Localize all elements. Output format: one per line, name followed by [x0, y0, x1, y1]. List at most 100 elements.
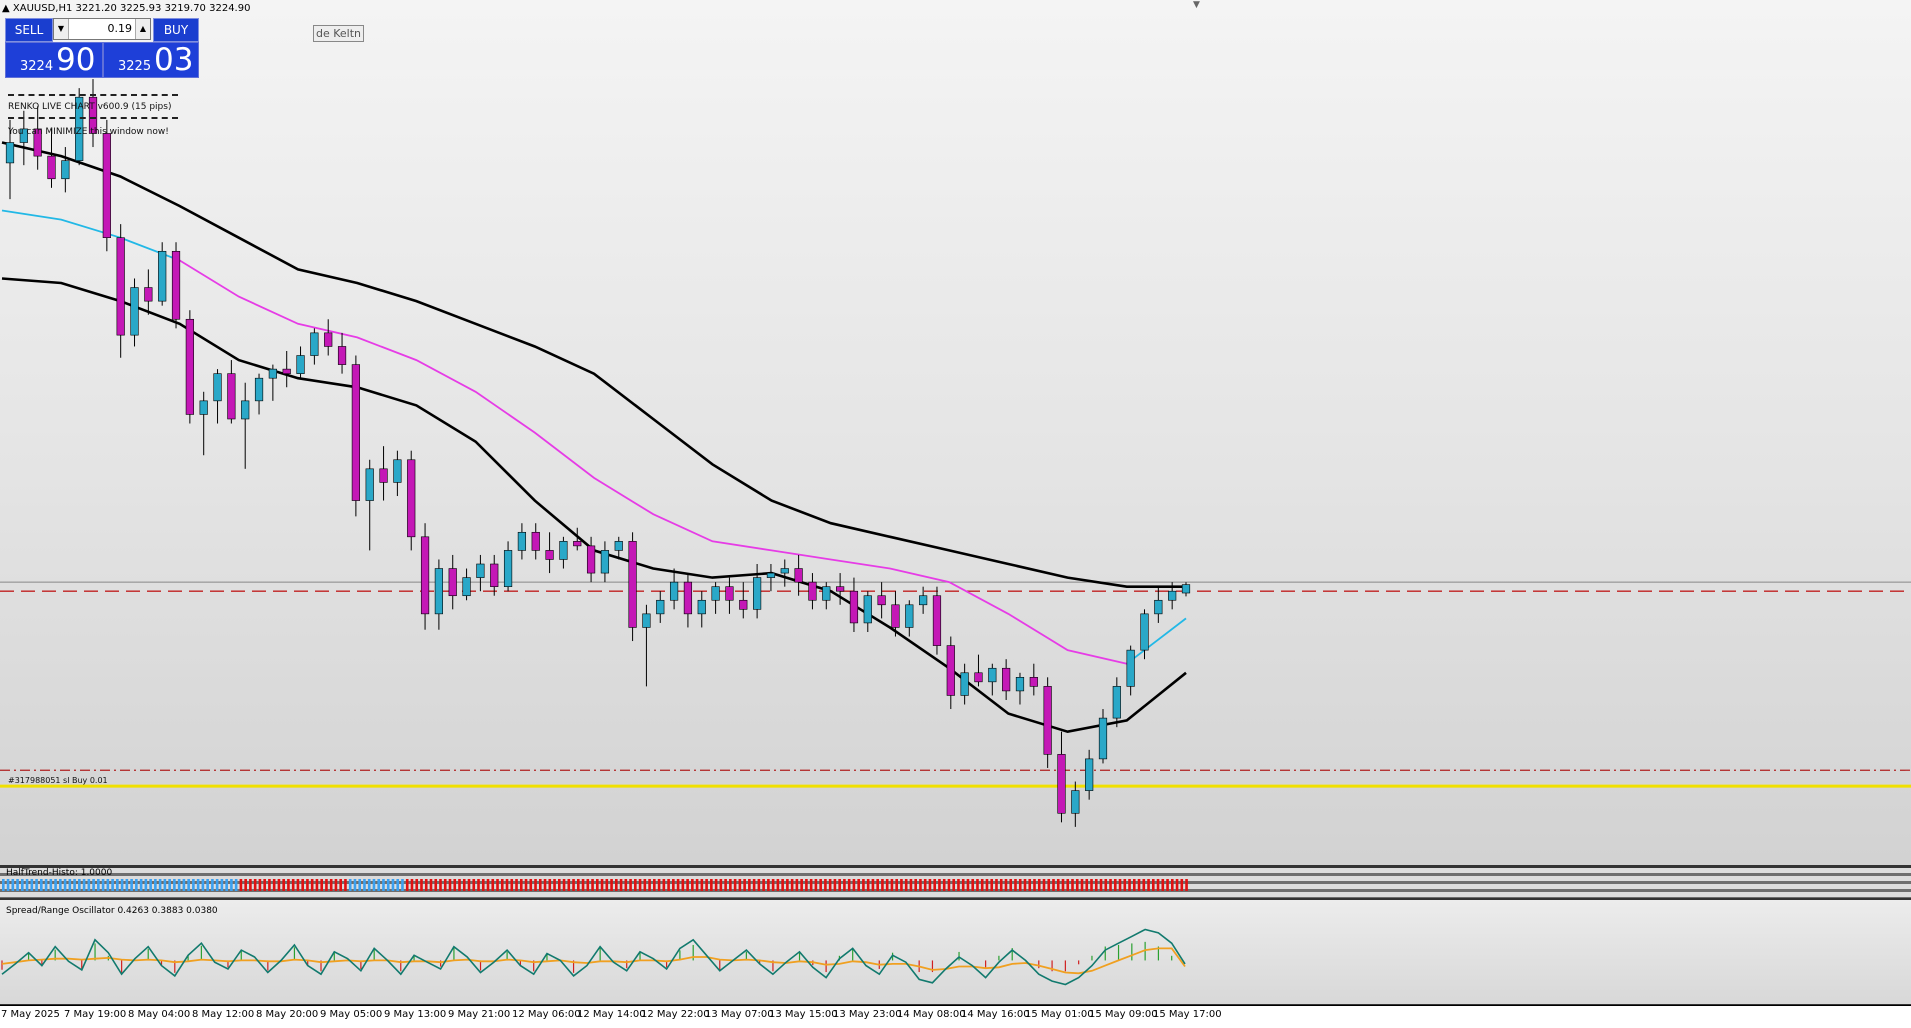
candle: [628, 532, 637, 642]
candle: [324, 319, 333, 356]
halftrend-bar: [287, 879, 290, 891]
candle: [462, 568, 471, 601]
halftrend-bar: [814, 879, 818, 891]
halftrend-bar: [700, 879, 704, 891]
halftrend-bar: [363, 879, 366, 891]
candle: [739, 582, 748, 619]
renko-note: You can MINIMIZE this window now!: [8, 127, 169, 137]
candle-body: [1154, 599, 1163, 615]
candle-body: [171, 250, 181, 320]
halftrend-bar: [966, 879, 970, 891]
collapse-icon[interactable]: ▲: [2, 3, 10, 14]
candle-body: [337, 346, 347, 365]
halftrend-bar: [139, 879, 143, 891]
candle-body: [379, 468, 388, 483]
candle: [559, 536, 568, 569]
buy-button[interactable]: BUY: [153, 18, 199, 42]
halftrend-bar: [1066, 879, 1070, 891]
halftrend-bar: [985, 879, 989, 891]
candle-body: [393, 459, 402, 483]
halftrend-bar: [320, 879, 323, 891]
halftrend-bar: [505, 879, 509, 891]
oscillator-panel[interactable]: Spread/Range Oscillator 0.4263 0.3883 0.…: [0, 900, 1911, 1005]
buy-price[interactable]: 3225 03: [103, 42, 199, 78]
halftrend-bar: [748, 879, 751, 891]
candle: [988, 663, 997, 696]
candle-body: [185, 318, 194, 415]
candle: [877, 582, 886, 619]
candle: [310, 328, 319, 365]
lot-increase-icon[interactable]: ▲: [135, 19, 150, 39]
halftrend-bar: [173, 879, 176, 891]
halftrend-bar: [1071, 879, 1074, 891]
halftrend-bar: [1147, 879, 1150, 891]
halftrend-bar: [710, 879, 713, 891]
halftrend-panel[interactable]: HalfTrend-Histo: 1.0000: [0, 868, 1911, 900]
sell-price-big: 90: [56, 42, 96, 78]
candle-body: [974, 672, 983, 683]
halftrend-bar: [971, 879, 975, 891]
halftrend-bar: [1075, 879, 1079, 891]
scroll-marker-icon[interactable]: ▼: [1193, 0, 1200, 10]
sell-price[interactable]: 3224 90: [5, 42, 103, 78]
candle: [33, 106, 42, 170]
halftrend-bar: [634, 879, 637, 891]
halftrend-bar: [519, 879, 523, 891]
candle: [669, 568, 679, 610]
lot-decrease-icon[interactable]: ▼: [54, 19, 69, 39]
candle: [365, 459, 374, 551]
halftrend-bar: [306, 879, 309, 891]
upper-band-line: [1, 141, 1186, 588]
candle-body: [656, 599, 665, 615]
halftrend-bar: [439, 879, 442, 891]
candle-body: [420, 536, 430, 615]
halftrend-bar: [1042, 879, 1046, 891]
sell-button[interactable]: SELL: [5, 18, 53, 42]
halftrend-bar: [676, 879, 680, 891]
candle: [227, 360, 236, 424]
candle-body: [1112, 686, 1121, 719]
halftrend-bar: [353, 879, 357, 891]
halftrend-bar: [329, 879, 333, 891]
candle: [158, 242, 167, 306]
candle-body: [822, 586, 831, 601]
halftrend-bar: [786, 879, 789, 891]
lot-size-input[interactable]: [70, 20, 132, 36]
candle: [1015, 672, 1025, 705]
candle: [47, 128, 56, 188]
oscillator-fast-line: [1, 928, 1186, 986]
candle-body: [1181, 584, 1191, 594]
candle-body: [268, 368, 277, 379]
halftrend-bar: [192, 879, 195, 891]
halftrend-bar: [876, 879, 879, 891]
halftrend-bar: [196, 879, 200, 891]
halftrend-bar: [424, 879, 428, 891]
halftrend-bar: [1085, 879, 1089, 891]
candle: [1029, 663, 1038, 696]
time-axis[interactable]: 7 May 2025 7 May 19:00 8 May 04:00 8 May 12…: [0, 1005, 1911, 1028]
halftrend-bar: [206, 879, 209, 891]
candle: [199, 391, 208, 456]
candle: [102, 119, 111, 252]
candle: [725, 577, 734, 614]
candle-body: [669, 581, 679, 601]
candle: [905, 600, 914, 637]
halftrend-bar: [253, 879, 257, 891]
halftrend-bar: [25, 879, 29, 891]
candle-body: [919, 595, 928, 606]
candle-body: [102, 133, 111, 238]
halftrend-bar: [762, 879, 765, 891]
halftrend-bar: [344, 879, 347, 891]
price-chart[interactable]: ▼ ▲ XAUUSD,H1 3221.20 3225.93 3219.70 32…: [0, 0, 1911, 865]
candle-body: [351, 364, 360, 501]
halftrend-bar: [681, 879, 685, 891]
candle-body: [213, 373, 222, 402]
halftrend-canvas: [2, 879, 1188, 891]
candle-body: [559, 541, 568, 560]
candle: [642, 604, 651, 687]
halftrend-bar: [40, 879, 43, 891]
time-tick-label: 7 May 2025: [1, 1009, 60, 1020]
order-label[interactable]: #317988051 sl Buy 0.01: [8, 776, 108, 785]
halftrend-bar: [168, 879, 171, 891]
keltner-button[interactable]: de Keltn: [313, 25, 365, 42]
